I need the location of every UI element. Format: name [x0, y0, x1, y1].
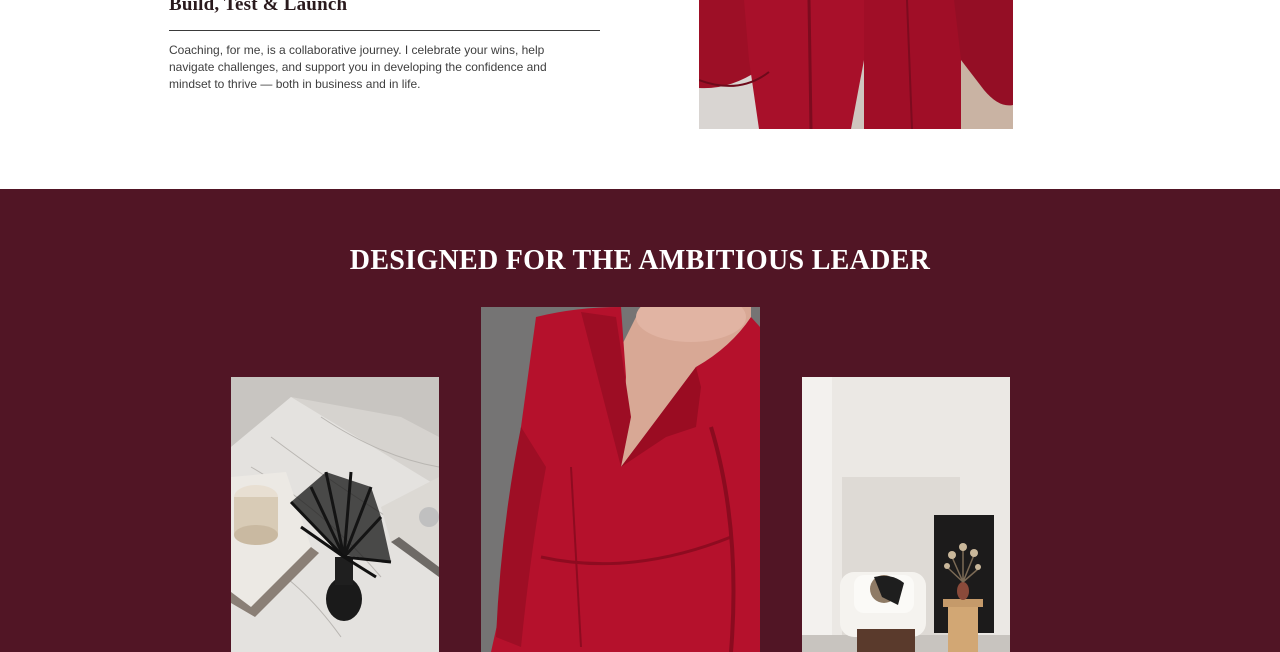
section-title: DESIGNED FOR THE AMBITIOUS LEADER [349, 245, 931, 276]
red-suit-trousers-photo [699, 0, 1013, 129]
intro-heading: Build, Test & Launch [169, 0, 348, 15]
marble-table-vase-photo [231, 377, 439, 652]
interior-armchair-photo [802, 377, 1010, 652]
ambitious-leader-section: DESIGNED FOR THE AMBITIOUS LEADER [0, 189, 1280, 652]
intro-section: Build, Test & Launch Coaching, for me, i… [0, 0, 1280, 189]
red-blazer-photo [481, 307, 760, 652]
intro-divider [169, 30, 600, 31]
intro-paragraph: Coaching, for me, is a collaborative jou… [169, 43, 547, 91]
